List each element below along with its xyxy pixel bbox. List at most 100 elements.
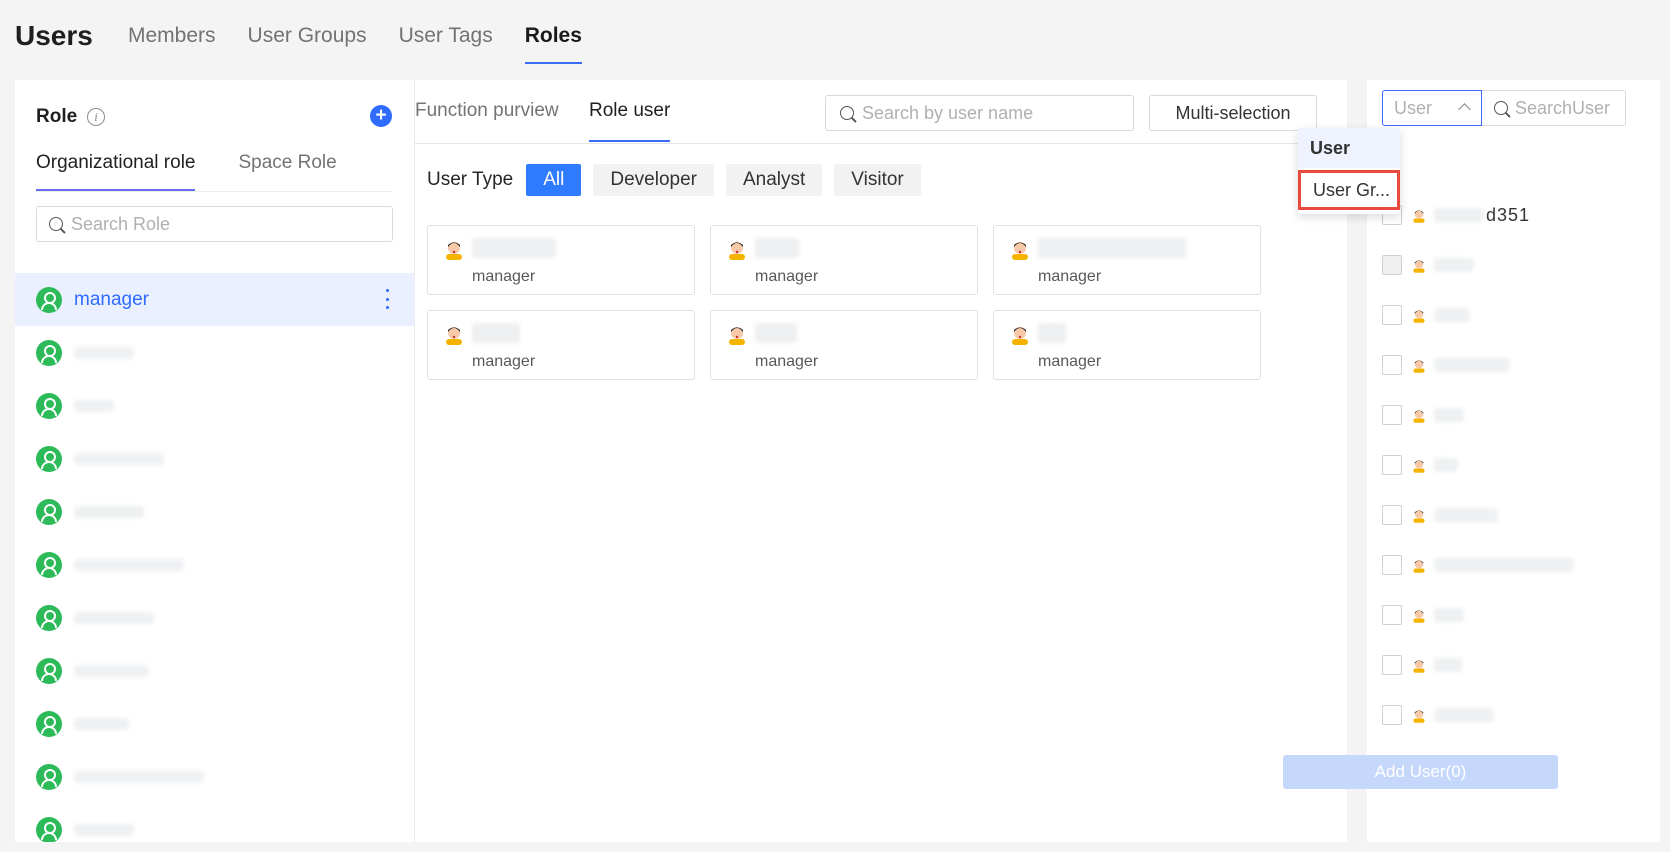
user-type-select[interactable]: User (1382, 90, 1482, 126)
list-item[interactable] (1382, 590, 1574, 640)
role-item[interactable] (15, 803, 414, 842)
role-item[interactable] (15, 750, 414, 803)
list-item[interactable] (1382, 340, 1574, 390)
user-role: manager (472, 353, 536, 370)
user-name-partial: d351 (1486, 204, 1531, 225)
role-item[interactable] (15, 326, 414, 379)
user-avatar-icon (1413, 410, 1425, 423)
user-checkbox[interactable] (1382, 405, 1402, 425)
user-role: manager (755, 268, 819, 285)
role-item[interactable] (15, 697, 414, 750)
role-item[interactable] (15, 379, 414, 432)
search-user-field (825, 95, 1134, 131)
filter-developer[interactable]: Developer (593, 164, 714, 196)
user-avatar-icon (729, 327, 745, 345)
user-card[interactable]: manager (427, 225, 695, 295)
role-item[interactable] (15, 644, 414, 697)
list-item[interactable] (1382, 690, 1574, 740)
user-type-label: User Type (427, 169, 514, 190)
role-user-icon (36, 339, 62, 366)
role-user-icon (36, 763, 62, 790)
role-item[interactable] (15, 485, 414, 538)
tab-space-role[interactable]: Space Role (238, 152, 336, 192)
role-item[interactable] (15, 591, 414, 644)
list-item[interactable] (1382, 240, 1574, 290)
user-checkbox[interactable] (1382, 455, 1402, 475)
user-checkbox[interactable] (1382, 705, 1402, 725)
list-item[interactable] (1382, 290, 1574, 340)
add-role-icon[interactable]: + (370, 105, 392, 127)
search-user-input[interactable] (862, 102, 1122, 124)
user-card[interactable]: manager (710, 225, 978, 295)
user-card[interactable]: manager (710, 310, 978, 380)
tab-members[interactable]: Members (128, 24, 216, 64)
user-checkbox[interactable] (1382, 605, 1402, 625)
role-user-icon (36, 392, 62, 419)
role-item[interactable]: manager (15, 273, 414, 326)
user-checkbox[interactable] (1382, 555, 1402, 575)
search-user-right-input[interactable] (1515, 97, 1625, 119)
user-role: manager (1038, 353, 1102, 370)
role-user-icon (36, 604, 62, 631)
tab-roles[interactable]: Roles (524, 24, 583, 64)
list-item[interactable] (1382, 490, 1574, 540)
user-name-redacted (1434, 258, 1474, 272)
role-name: manager (74, 288, 149, 310)
user-avatar-icon (1413, 510, 1425, 523)
user-avatar-icon (1413, 660, 1425, 673)
top-header: Users Members User Groups User Tags Role… (0, 0, 1670, 80)
page-title: Users (15, 20, 93, 51)
search-role-input[interactable] (71, 213, 371, 235)
user-checkbox[interactable] (1382, 305, 1402, 325)
role-name-redacted (74, 717, 129, 730)
user-checkbox[interactable] (1382, 505, 1402, 525)
dropdown-option-user-group[interactable]: User Gr... (1298, 170, 1400, 210)
list-item[interactable] (1382, 540, 1574, 590)
user-card[interactable]: manager (993, 225, 1261, 295)
user-checkbox[interactable] (1382, 355, 1402, 375)
info-icon[interactable]: i (87, 108, 106, 126)
list-item[interactable]: d351 (1382, 190, 1574, 240)
dropdown-option-user[interactable]: User (1298, 128, 1400, 168)
filter-analyst[interactable]: Analyst (725, 164, 823, 196)
role-item[interactable] (15, 432, 414, 485)
user-checkbox[interactable] (1382, 655, 1402, 675)
user-card[interactable]: manager (427, 310, 695, 380)
user-name-redacted (1038, 323, 1066, 343)
filter-all[interactable]: All (526, 164, 582, 196)
role-user-icon (36, 286, 62, 313)
search-icon (1494, 101, 1508, 115)
user-name-redacted (1434, 608, 1464, 622)
role-item[interactable] (15, 538, 414, 591)
list-item[interactable] (1382, 440, 1574, 490)
user-role: manager (1038, 268, 1102, 285)
filter-visitor[interactable]: Visitor (834, 164, 921, 196)
role-name-redacted (74, 611, 154, 624)
role-name-redacted (74, 452, 164, 465)
role-user-icon (36, 816, 62, 842)
user-name-redacted (1434, 508, 1498, 522)
user-name-redacted (1434, 358, 1510, 372)
user-name-redacted (472, 238, 556, 258)
user-avatar-icon (1413, 310, 1425, 323)
more-vertical-icon[interactable] (386, 289, 390, 309)
tab-user-tags[interactable]: User Tags (399, 24, 493, 64)
user-name-redacted (755, 238, 799, 258)
tab-organizational-role[interactable]: Organizational role (36, 152, 196, 192)
list-item[interactable] (1382, 640, 1574, 690)
role-name-redacted (74, 558, 184, 571)
user-card[interactable]: manager (993, 310, 1261, 380)
user-name-redacted (1434, 558, 1574, 572)
role-user-icon (36, 498, 62, 525)
list-item[interactable] (1382, 390, 1574, 440)
multi-selection-button[interactable]: Multi-selection (1149, 95, 1317, 131)
tab-role-user[interactable]: Role user (589, 100, 671, 144)
role-title: Role (36, 106, 78, 127)
user-checkbox[interactable] (1382, 255, 1402, 275)
user-type-dropdown: User User Gr... (1298, 128, 1400, 214)
add-user-button[interactable]: Add User(0) (1283, 755, 1558, 789)
user-name-redacted (1434, 458, 1458, 472)
user-avatar-icon (729, 242, 745, 260)
tab-user-groups[interactable]: User Groups (248, 24, 367, 64)
tab-function-purview[interactable]: Function purview (415, 100, 559, 144)
